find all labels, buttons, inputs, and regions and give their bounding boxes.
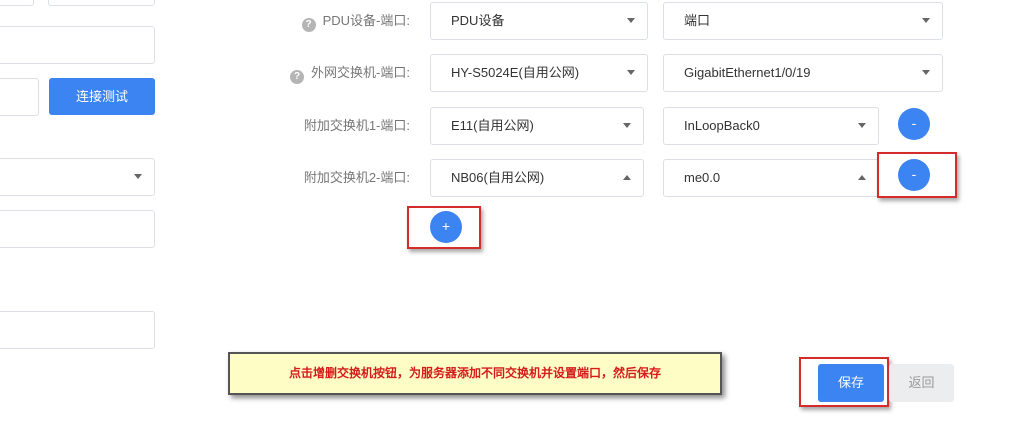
left-field-3[interactable] xyxy=(0,210,155,248)
left-field-1[interactable] xyxy=(0,26,155,64)
extra-switch-2-port-select[interactable]: me0.0 xyxy=(663,159,879,197)
chevron-up-icon xyxy=(858,175,866,180)
instruction-tip: 点击增删交换机按钮，为服务器添加不同交换机并设置端口，然后保存 xyxy=(228,352,722,395)
external-switch-port-label: ? 外网交换机-端口: xyxy=(250,54,410,92)
pdu-device-select[interactable]: PDU设备 xyxy=(430,2,648,40)
left-field-4[interactable] xyxy=(0,311,155,349)
pdu-port-label: ? PDU设备-端口: xyxy=(250,2,410,40)
left-field-2[interactable] xyxy=(0,78,39,116)
remove-switch-2-button[interactable]: - xyxy=(898,159,930,191)
extra-switch-2-label: 附加交换机2-端口: xyxy=(303,170,410,185)
external-switch-select[interactable]: HY-S5024E(自用公网) xyxy=(430,54,648,92)
chevron-down-icon xyxy=(922,70,930,75)
pdu-port-select[interactable]: 端口 xyxy=(663,2,943,40)
chevron-down-icon xyxy=(627,18,635,23)
extra-switch-2-select[interactable]: NB06(自用公网) xyxy=(430,159,644,197)
chevron-down-icon xyxy=(922,18,930,23)
chevron-down-icon xyxy=(858,123,866,128)
left-field-top-2[interactable] xyxy=(48,0,155,6)
save-button[interactable]: 保存 xyxy=(818,364,884,402)
left-select[interactable] xyxy=(0,158,155,196)
left-field-top[interactable] xyxy=(0,0,34,6)
chevron-down-icon xyxy=(623,123,631,128)
add-switch-button[interactable]: + xyxy=(430,211,462,243)
back-button[interactable]: 返回 xyxy=(889,364,954,402)
test-connection-button[interactable]: 连接测试 xyxy=(49,78,155,115)
help-icon[interactable]: ? xyxy=(290,70,305,84)
chevron-down-icon xyxy=(627,70,635,75)
extra-switch-1-port-select[interactable]: InLoopBack0 xyxy=(663,107,879,145)
external-switch-port-select[interactable]: GigabitEthernet1/0/19 xyxy=(663,54,943,92)
extra-switch-1-label: 附加交换机1-端口: xyxy=(303,118,410,133)
help-icon[interactable]: ? xyxy=(301,18,316,32)
remove-switch-1-button[interactable]: - xyxy=(898,108,930,140)
extra-switch-1-select[interactable]: E11(自用公网) xyxy=(430,107,644,145)
chevron-up-icon xyxy=(623,175,631,180)
